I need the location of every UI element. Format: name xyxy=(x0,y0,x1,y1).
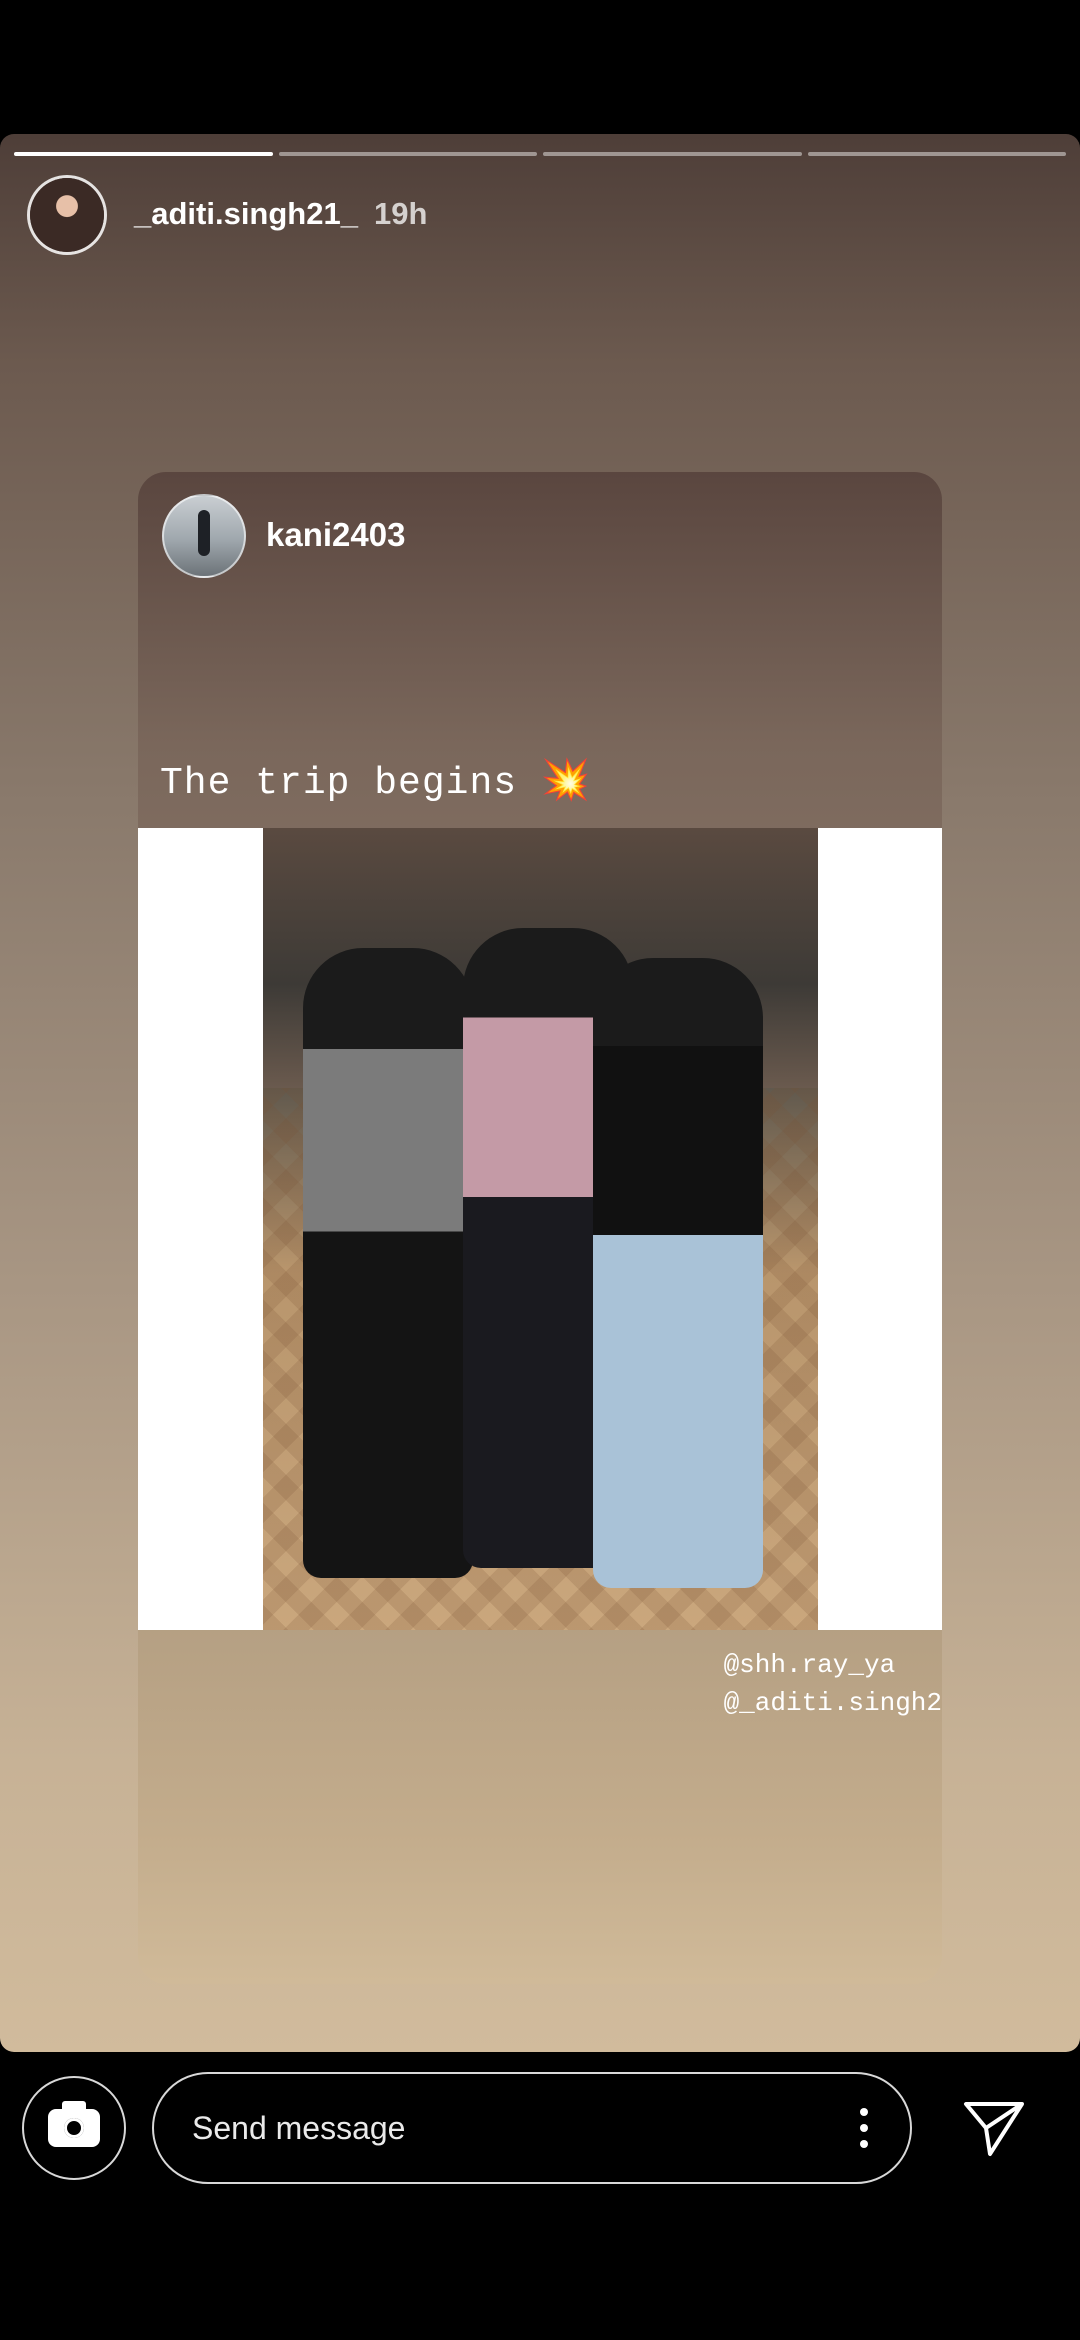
send-message-input[interactable]: Send message xyxy=(152,2072,912,2184)
reply-bar: Send message xyxy=(0,2052,1080,2340)
story-timestamp: 19h xyxy=(374,196,428,231)
camera-button[interactable] xyxy=(22,2076,126,2180)
shared-post-card[interactable]: kani2403 The trip begins 💥 @shh.ray_ya @… xyxy=(138,472,942,1984)
more-vertical-icon[interactable] xyxy=(860,2108,868,2148)
progress-segment-4 xyxy=(807,152,1066,156)
camera-icon xyxy=(48,2101,100,2147)
shared-post-photo-frame xyxy=(138,828,942,1630)
shared-post-username[interactable]: kani2403 xyxy=(266,516,405,554)
photo-person-right xyxy=(593,958,763,1588)
mention-tags: @shh.ray_ya @_aditi.singh2 xyxy=(724,1650,942,1726)
shared-post-avatar[interactable] xyxy=(162,494,246,578)
photo-person-left xyxy=(303,948,473,1578)
story-author-username[interactable]: _aditi.singh21_ xyxy=(134,196,358,232)
progress-segment-1 xyxy=(14,152,273,156)
story-view[interactable]: kani2403 The trip begins 💥 @shh.ray_ya @… xyxy=(0,134,1080,2052)
story-progress-bar xyxy=(14,152,1066,156)
send-message-placeholder: Send message xyxy=(192,2109,406,2146)
send-icon[interactable] xyxy=(962,2098,1026,2158)
story-author-avatar[interactable] xyxy=(30,178,104,252)
caption-text: The trip begins xyxy=(160,762,518,805)
shared-post-photo[interactable] xyxy=(263,828,818,1630)
caption-emoji: 💥 xyxy=(540,761,592,806)
mention-tag-1[interactable]: @shh.ray_ya xyxy=(724,1650,942,1680)
progress-segment-2 xyxy=(278,152,537,156)
progress-segment-3 xyxy=(543,152,802,156)
mention-tag-2[interactable]: @_aditi.singh2 xyxy=(724,1688,942,1718)
shared-post-caption: The trip begins 💥 xyxy=(160,756,592,806)
